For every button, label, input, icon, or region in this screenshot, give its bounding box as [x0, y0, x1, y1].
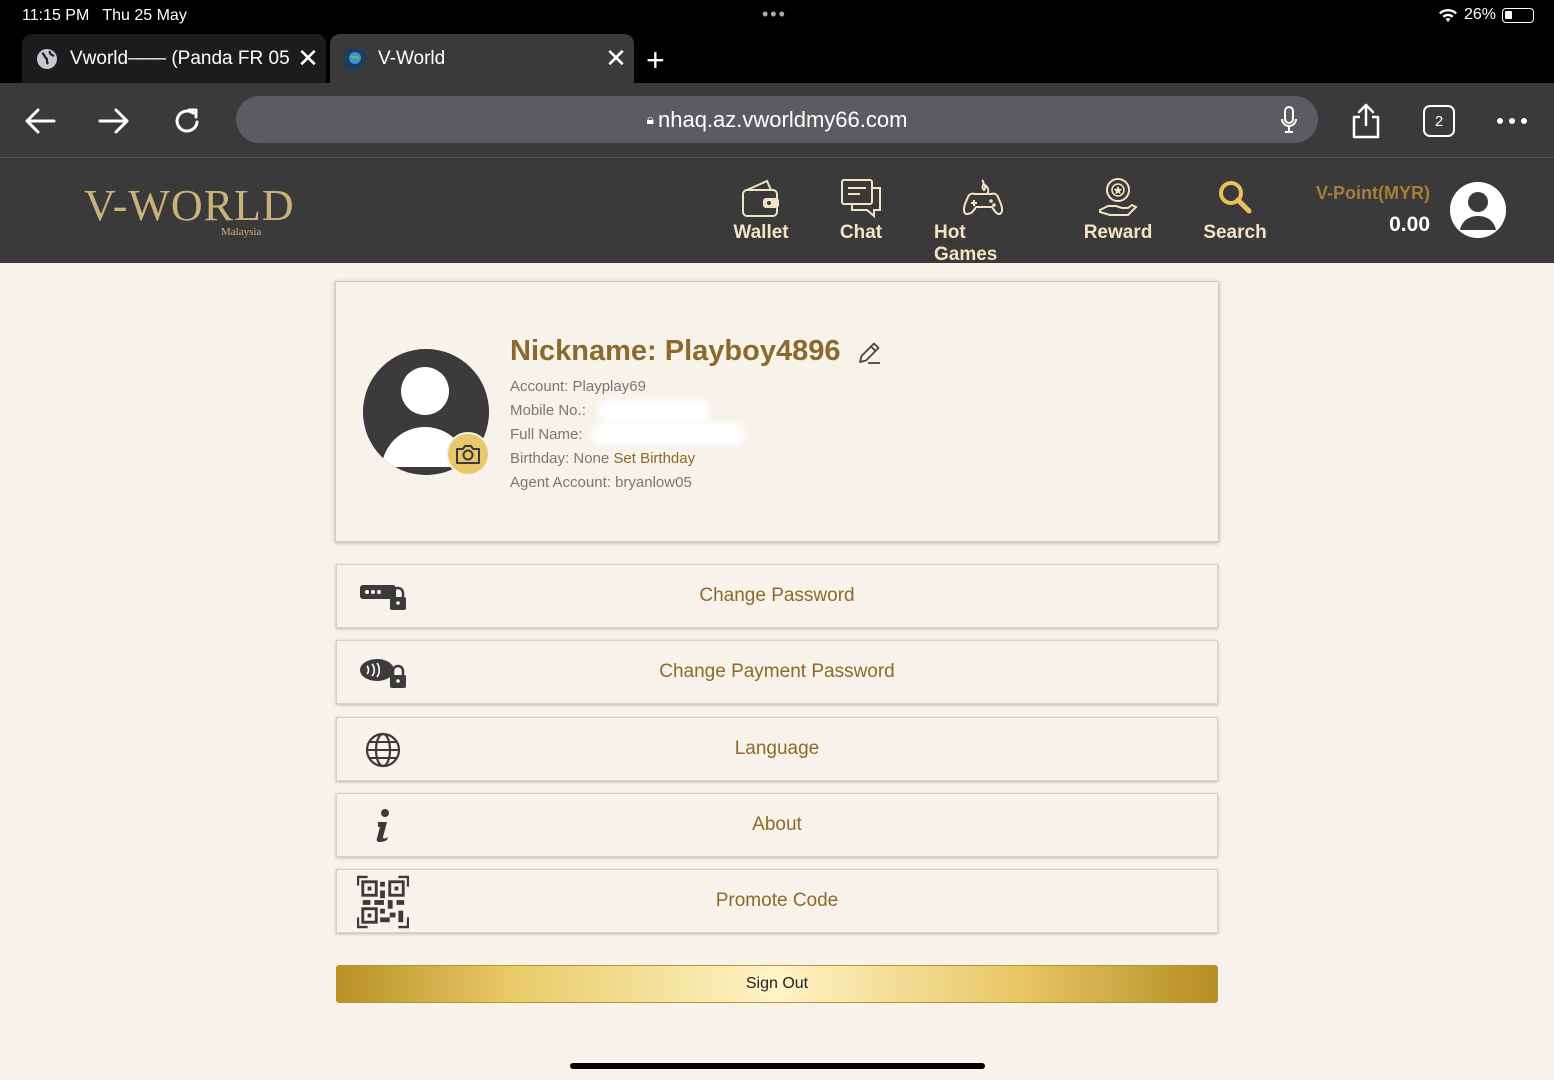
logo-text: V-WORLD	[84, 181, 295, 230]
nav-label: Chat	[839, 222, 883, 243]
battery-icon	[1502, 7, 1534, 23]
tab-title: Vworld—— (Panda FR 05	[70, 47, 290, 69]
language-button[interactable]: Language	[336, 717, 1218, 781]
payment-lock-icon	[357, 649, 409, 697]
status-date: Thu 25 May	[102, 7, 187, 24]
back-icon[interactable]	[20, 101, 60, 141]
sign-out-button[interactable]: Sign Out	[336, 965, 1218, 1003]
vworld-favicon-icon	[344, 48, 366, 70]
share-icon[interactable]	[1346, 101, 1386, 141]
status-bar: 11:15 PM Thu 25 May ••• 26%	[0, 0, 1554, 32]
nav-reward[interactable]: Reward	[1083, 174, 1153, 244]
user-avatar-icon[interactable]	[1450, 182, 1506, 238]
nav-label: Hot Games	[934, 222, 998, 265]
browser-tab-2[interactable]: V-World ✕	[330, 34, 634, 83]
nav-wallet[interactable]: Wallet	[730, 174, 792, 244]
more-options-icon[interactable]	[1492, 101, 1532, 141]
new-tab-icon[interactable]: +	[646, 42, 665, 79]
password-lock-icon	[357, 573, 409, 621]
browser-toolbar: 🔒︎ nhaq.az.vworldmy66.com 2	[0, 83, 1554, 157]
close-tab-icon[interactable]: ✕	[290, 43, 326, 74]
tabs-overview-button[interactable]: 2	[1419, 101, 1459, 141]
menu-label: Promote Code	[715, 890, 839, 911]
nav-label: Reward	[1083, 222, 1153, 243]
full-name-label: Full Name:	[510, 426, 583, 443]
forward-icon[interactable]	[94, 101, 134, 141]
search-icon	[1215, 174, 1255, 222]
nav-chat[interactable]: Chat	[836, 174, 886, 244]
menu-label: Change Payment Password	[659, 661, 895, 682]
mobile-number-label: Mobile No.:	[510, 402, 586, 419]
menu-label: About	[752, 814, 802, 835]
edit-pencil-icon[interactable]	[856, 340, 882, 371]
close-tab-icon[interactable]: ✕	[598, 43, 634, 74]
url-text: nhaq.az.vworldmy66.com	[658, 106, 908, 132]
status-time: 11:15 PM	[22, 7, 90, 24]
browser-tab-bar: Vworld—— (Panda FR 05 ✕ V-World ✕ +	[0, 32, 1554, 83]
nav-label: Wallet	[733, 222, 789, 243]
qr-code-icon	[357, 875, 409, 929]
microphone-icon[interactable]	[1280, 106, 1298, 140]
vpoint-balance: V-Point(MYR) 0.00	[1314, 183, 1430, 237]
vworld-logo[interactable]: V-WORLD Malaysia	[84, 180, 295, 238]
birthday-info: Birthday: None	[510, 450, 610, 467]
lock-icon: 🔒︎	[646, 111, 654, 127]
profile-card: Nickname: Playboy4896 Account: Playplay6…	[335, 281, 1219, 542]
wifi-icon	[1438, 8, 1457, 22]
browser-tab-1[interactable]: Vworld—— (Panda FR 05 ✕	[22, 34, 326, 83]
vpoint-value: 0.00	[1389, 213, 1430, 236]
camera-icon[interactable]	[446, 432, 490, 476]
nav-hot-games[interactable]: Hot Games	[934, 174, 1032, 266]
reload-icon[interactable]	[167, 101, 207, 141]
reward-icon	[1096, 174, 1140, 222]
nav-label: Search	[1203, 222, 1267, 243]
chat-icon	[839, 174, 883, 222]
nickname: Nickname: Playboy4896	[510, 335, 841, 367]
set-birthday-link[interactable]: Set Birthday	[613, 450, 695, 467]
address-bar[interactable]: 🔒︎ nhaq.az.vworldmy66.com	[236, 96, 1318, 143]
menu-label: Language	[734, 738, 820, 759]
about-button[interactable]: About	[336, 793, 1218, 857]
battery-percent: 26%	[1463, 6, 1496, 23]
tab-count: 2	[1423, 105, 1455, 137]
tab-title: V-World	[378, 47, 446, 69]
promote-code-button[interactable]: Promote Code	[336, 869, 1218, 933]
menu-label: Change Password	[699, 585, 855, 606]
multitask-dots-icon[interactable]: •••	[762, 4, 787, 25]
redacted-full-name	[592, 422, 744, 446]
gamepad-icon	[961, 174, 1005, 222]
wallet-icon	[739, 174, 783, 222]
redacted-mobile	[598, 400, 710, 422]
info-icon	[357, 802, 409, 850]
site-header: V-WORLD Malaysia Wallet Chat Hot Games R…	[0, 157, 1554, 266]
home-indicator[interactable]	[570, 1063, 985, 1069]
account-info: Account: Playplay69	[510, 378, 646, 395]
change-payment-password-button[interactable]: Change Payment Password	[336, 640, 1218, 704]
birthday-row: Birthday: None Set Birthday	[510, 450, 695, 467]
nav-search[interactable]: Search	[1203, 174, 1267, 244]
vpoint-label: V-Point(MYR)	[1316, 183, 1430, 203]
agent-account-info: Agent Account: bryanlow05	[510, 474, 692, 491]
logo-subtext: Malaysia	[221, 226, 262, 238]
globe-favicon-icon	[36, 48, 58, 70]
change-password-button[interactable]: Change Password	[336, 564, 1218, 628]
globe-icon	[357, 726, 409, 774]
